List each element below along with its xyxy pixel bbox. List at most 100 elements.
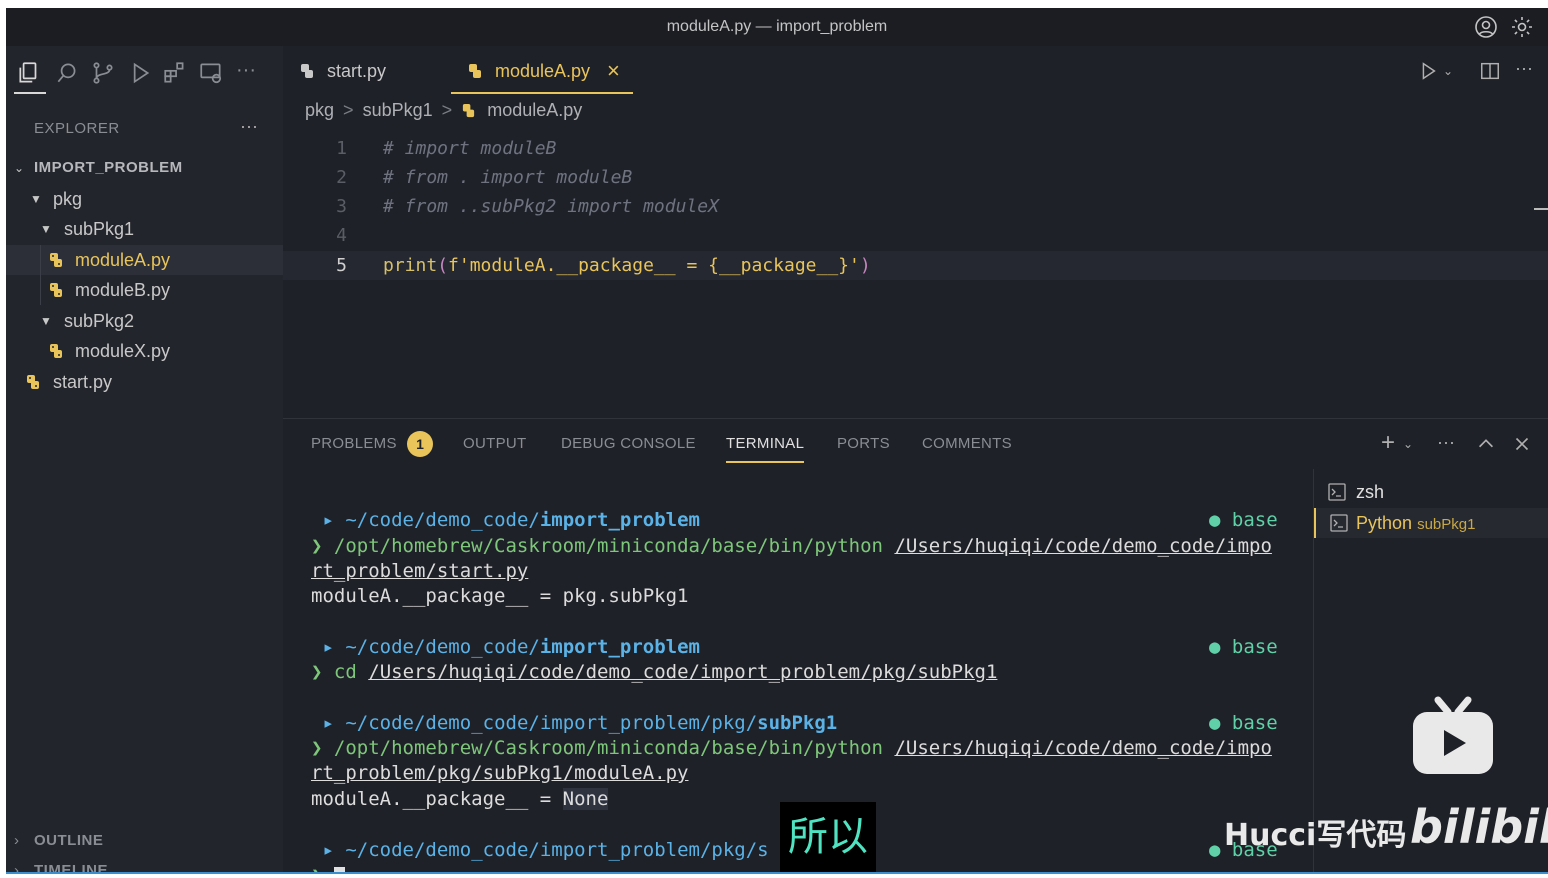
line-number: 1 — [336, 138, 347, 159]
command-line: ❯ cd /Users/huqiqi/code/demo_code/import… — [311, 659, 997, 685]
tree-item-subpkg2[interactable]: ▼ subPkg2 — [6, 306, 283, 336]
tab-terminal[interactable]: TERMINAL — [726, 435, 804, 452]
problems-count-badge: 1 — [407, 431, 433, 457]
line-number: 3 — [336, 196, 347, 217]
code-line[interactable]: 4 — [283, 221, 1548, 250]
explorer-sidebar: ··· EXPLORER ··· ⌄ IMPORT_PROBLEM ▼ pkg … — [6, 46, 283, 874]
run-debug-icon[interactable] — [126, 60, 152, 86]
code-line-current[interactable]: 5 print(f'moduleA.__package__ = {__packa… — [283, 251, 1548, 280]
command-arg: /Users/huqiqi/code/demo_code/impo — [894, 737, 1272, 759]
tree-item-moduleb[interactable]: moduleB.py — [6, 275, 283, 305]
minimap-marker — [1534, 208, 1548, 210]
code-text: print(f'moduleA.__package__ = {__package… — [383, 251, 871, 280]
gear-icon[interactable] — [1510, 15, 1534, 39]
command-program: cd — [333, 661, 357, 683]
python-file-icon — [50, 344, 62, 358]
active-view-indicator — [14, 92, 46, 94]
terminal-item-zsh[interactable]: zsh — [1314, 477, 1548, 507]
tree-item-label: pkg — [53, 189, 83, 209]
line-number: 2 — [336, 167, 347, 188]
more-actions-icon[interactable]: ··· — [1437, 433, 1459, 455]
run-file-icon[interactable] — [1417, 60, 1439, 82]
chevron-down-icon[interactable]: ⌄ — [1403, 433, 1425, 455]
command-line-wrap: rt_problem/start.py — [311, 558, 528, 584]
tab-debug-console[interactable]: DEBUG CONSOLE — [561, 435, 696, 452]
tab-label: start.py — [327, 61, 387, 81]
more-icon[interactable]: ··· — [236, 60, 262, 86]
tree-item-start[interactable]: start.py — [6, 367, 283, 397]
breadcrumb-item[interactable]: subPkg1 — [363, 100, 433, 120]
breadcrumb-item[interactable]: moduleA.py — [487, 100, 582, 120]
code-paren: ( — [437, 255, 449, 276]
terminal-item-label: zsh — [1356, 482, 1385, 502]
folder-icon: ▸ — [322, 712, 334, 734]
prompt-arrow: ❯ — [311, 535, 323, 557]
video-subtitle: 所以 — [780, 802, 876, 872]
prompt-dir: import_problem — [539, 636, 700, 658]
code-line[interactable]: 3 # from ..subPkg2 import moduleX — [283, 192, 1548, 221]
search-icon[interactable] — [54, 60, 80, 86]
python-file-icon — [463, 103, 475, 118]
tree-root-folder[interactable]: ⌄ IMPORT_PROBLEM — [6, 153, 283, 183]
source-control-icon[interactable] — [90, 60, 116, 86]
code-line[interactable]: 1 # import moduleB — [283, 134, 1548, 163]
bilibili-tv-icon[interactable] — [1410, 696, 1496, 778]
split-editor-icon[interactable] — [1479, 60, 1501, 82]
explorer-more-button[interactable]: ··· — [240, 116, 258, 137]
output-value: None — [562, 788, 609, 810]
more-actions-icon[interactable]: ··· — [1515, 58, 1537, 80]
remote-explorer-icon[interactable] — [198, 60, 224, 86]
extensions-icon[interactable] — [162, 60, 188, 86]
command-line: ❯ /opt/homebrew/Caskroom/miniconda/base/… — [311, 735, 1272, 761]
active-tab-indicator — [451, 92, 633, 94]
breadcrumb-item[interactable]: pkg — [305, 100, 334, 120]
tree-item-modulea[interactable]: moduleA.py — [6, 245, 283, 275]
activity-icons: ··· — [6, 56, 283, 96]
tree-item-pkg[interactable]: ▼ pkg — [6, 184, 283, 214]
prompt-path: ~/code/demo_code/import_problem/pkg/ — [345, 712, 758, 734]
command-program: /opt/homebrew/Caskroom/miniconda/base/bi… — [333, 737, 883, 759]
terminal-item-label: Python subPkg1 — [1356, 508, 1475, 540]
tree-item-label: subPkg2 — [64, 311, 135, 331]
terminal-icon — [1328, 483, 1346, 501]
tree-item-label: moduleX.py — [75, 341, 171, 361]
tab-ports[interactable]: PORTS — [837, 435, 890, 452]
conda-env-label: base — [1231, 636, 1278, 658]
command-arg: /Users/huqiqi/code/demo_code/impo — [894, 535, 1272, 557]
tree-item-subpkg1[interactable]: ▼ subPkg1 — [6, 214, 283, 244]
conda-env: ● base — [1209, 636, 1278, 658]
uploader-watermark: Hucci写代码 — [1224, 818, 1407, 853]
folder-icon: ▸ — [322, 839, 334, 861]
chevron-down-icon[interactable]: ⌄ — [1443, 60, 1465, 82]
explorer-icon[interactable] — [16, 60, 42, 86]
conda-env-label: base — [1231, 509, 1278, 531]
code-line[interactable]: 2 # from . import moduleB — [283, 163, 1548, 192]
tab-problems[interactable]: PROBLEMS — [311, 435, 397, 452]
caret-down-icon: ▼ — [30, 192, 42, 206]
title-bar: moduleA.py — import_problem — [6, 8, 1548, 46]
tab-modulea-py[interactable]: moduleA.py × — [467, 46, 637, 96]
tree-item-label: moduleA.py — [75, 250, 171, 270]
breadcrumb-separator: > — [441, 100, 453, 120]
prompt-arrow: ❯ — [311, 661, 323, 683]
terminal-item-python[interactable]: Python subPkg1 — [1314, 508, 1548, 538]
line-number: 4 — [336, 225, 347, 246]
folder-icon: ▸ — [322, 636, 334, 658]
tab-comments[interactable]: COMMENTS — [922, 435, 1012, 452]
code-string: f'moduleA.__package__ = {__package__}' — [448, 255, 860, 276]
code-text: # from ..subPkg2 import moduleX — [383, 196, 719, 217]
tab-output[interactable]: OUTPUT — [463, 435, 526, 452]
new-terminal-icon[interactable]: + — [1381, 431, 1403, 455]
conda-env-label: base — [1231, 712, 1278, 734]
line-number: 5 — [336, 255, 347, 276]
code-function: print — [383, 255, 438, 276]
explorer-title: EXPLORER — [34, 120, 120, 137]
terminal-cwd: subPkg1 — [1417, 516, 1476, 533]
close-icon[interactable]: × — [607, 46, 620, 96]
progress-bar — [6, 872, 1548, 874]
editor-area: start.py moduleA.py × ⌄ ··· pkg > subPkg… — [283, 46, 1548, 418]
close-panel-icon[interactable] — [1511, 433, 1533, 455]
tree-item-modulex[interactable]: moduleX.py — [6, 336, 283, 366]
account-icon[interactable] — [1474, 15, 1498, 39]
maximize-panel-icon[interactable] — [1475, 433, 1497, 455]
